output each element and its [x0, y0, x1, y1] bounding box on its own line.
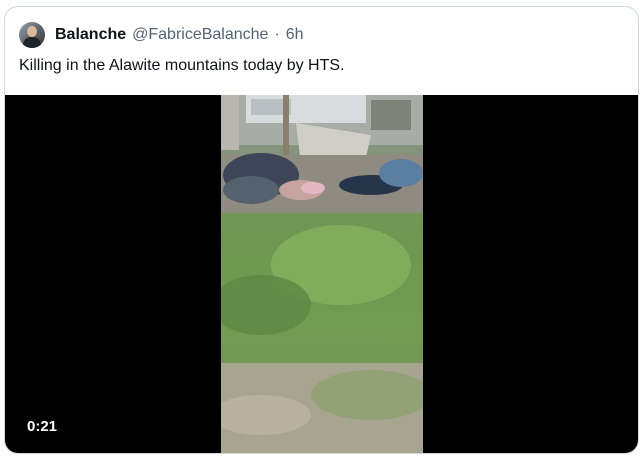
author-handle[interactable]: @FabriceBalanche — [132, 26, 268, 44]
separator-dot: · — [274, 26, 280, 43]
video-thumbnail — [221, 95, 423, 453]
video-frame[interactable] — [221, 95, 423, 453]
video-player[interactable]: 0:21 — [5, 95, 638, 453]
author-avatar[interactable] — [19, 22, 45, 48]
tweet-text: Killing in the Alawite mountains today b… — [19, 57, 345, 74]
tweet-header: Balanche @FabriceBalanche · 6h — [19, 21, 304, 49]
tweet-card[interactable]: Balanche @FabriceBalanche · 6h Killing i… — [4, 6, 639, 454]
video-duration: 0:21 — [27, 418, 58, 435]
author-name[interactable]: Balanche — [55, 26, 126, 44]
post-time[interactable]: 6h — [286, 26, 304, 44]
